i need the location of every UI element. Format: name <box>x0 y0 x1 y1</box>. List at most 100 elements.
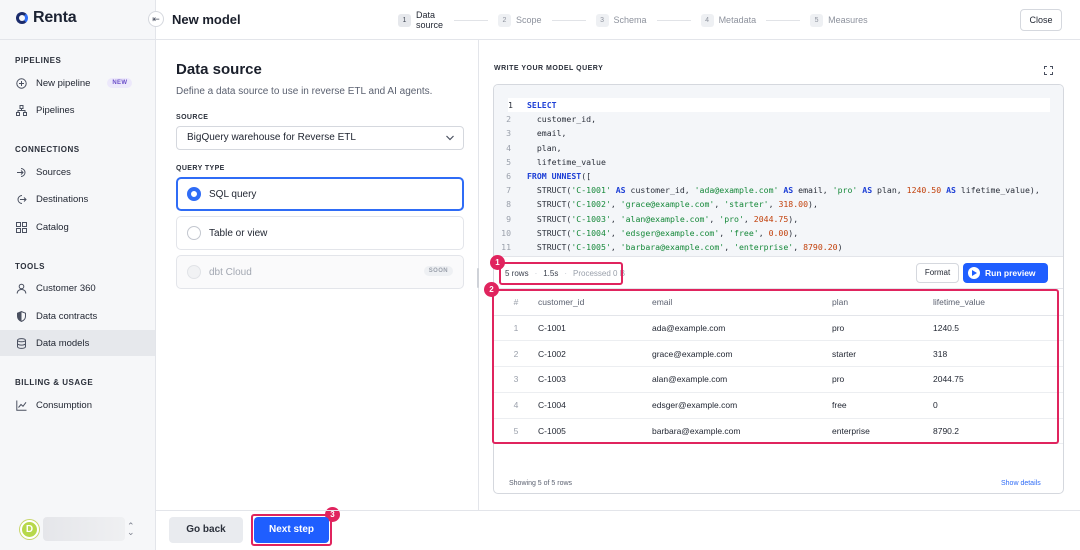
query-type-label: QUERY TYPE <box>176 165 225 172</box>
sidebar-item-consumption[interactable]: Consumption <box>0 392 155 418</box>
sidebar-item-data-contracts[interactable]: Data contracts <box>0 303 155 329</box>
sidebar-item-data-models[interactable]: Data models <box>0 330 155 356</box>
avatar[interactable]: D <box>20 520 39 539</box>
code-line[interactable]: 7 STRUCT('C-1001' AS customer_id, 'ada@e… <box>494 183 1063 197</box>
code-text: lifetime_value <box>527 156 606 167</box>
code-line[interactable]: 5 lifetime_value <box>494 155 1063 169</box>
plus-circle-icon <box>16 77 27 89</box>
code-line[interactable]: 8 STRUCT('C-1002', 'grace@example.com', … <box>494 197 1063 211</box>
nav-heading-tools: TOOLS <box>15 262 45 271</box>
step-label: Schema <box>613 15 647 25</box>
code-text: customer_id, <box>527 114 597 125</box>
scrollbar[interactable] <box>477 268 479 288</box>
code-text: SELECT <box>527 100 557 110</box>
section-subtitle: Define a data source to use in reverse E… <box>176 86 433 97</box>
radio-selected-icon[interactable] <box>187 187 201 201</box>
code-line[interactable]: 9 STRUCT('C-1003', 'alan@example.com', '… <box>494 212 1063 226</box>
show-details-link[interactable]: Show details <box>1001 480 1041 487</box>
sign-out-icon <box>16 194 27 205</box>
code-text: STRUCT('C-1004', 'edsger@example.com', '… <box>527 227 799 238</box>
sidebar-item-label: Pipelines <box>36 104 75 116</box>
step-number: 4 <box>700 13 714 27</box>
next-step-button[interactable]: Next step <box>254 517 329 543</box>
nav-heading-billing: BILLING & USAGE <box>15 378 94 387</box>
sidebar-item-catalog[interactable]: Catalog <box>0 214 155 240</box>
option-dbt-cloud: dbt Cloud SOON <box>176 255 464 289</box>
step-number: 2 <box>498 13 511 27</box>
step-connector <box>766 19 801 21</box>
step-number: 5 <box>810 13 824 27</box>
radio-disabled-icon <box>187 265 201 279</box>
step-number: 1 <box>398 13 411 27</box>
sidebar-item-pipelines[interactable]: Pipelines <box>0 97 155 123</box>
line-number: 8 <box>506 199 511 210</box>
code-line[interactable]: 11 STRUCT('C-1005', 'barbara@example.com… <box>494 240 1063 254</box>
code-line[interactable]: 4 plan, <box>494 141 1063 155</box>
data-source-form: Data source Define a data source to use … <box>156 40 479 510</box>
grid-icon <box>16 221 27 233</box>
new-badge: NEW <box>107 78 133 88</box>
chevron-updown-icon[interactable]: ⌃ ⌄ <box>127 522 135 537</box>
line-number: 3 <box>506 128 511 139</box>
run-preview-label: Run preview <box>985 268 1036 278</box>
sidebar-item-label: Destinations <box>36 193 89 205</box>
code-text: email, <box>527 128 567 139</box>
option-label: dbt Cloud <box>209 266 252 278</box>
step-metadata[interactable]: 4 Metadata <box>700 13 757 27</box>
stepper: 1 Data source 2 Scope 3 Schema 4 Metadat… <box>398 9 868 31</box>
step-scope[interactable]: 2 Scope <box>498 13 542 27</box>
code-line[interactable]: 3 email, <box>494 126 1063 140</box>
code-text: STRUCT('C-1003', 'alan@example.com', 'pr… <box>527 213 799 224</box>
option-label: Table or view <box>209 227 268 239</box>
sql-editor[interactable]: 1 SELECT 2 customer_id, 3 email, 4 plan, 5 li… <box>494 85 1063 257</box>
step-measures[interactable]: 5 Measures <box>810 13 868 27</box>
rows-summary: Showing 5 of 5 rows <box>509 480 573 487</box>
step-schema[interactable]: 3 Schema <box>595 13 647 27</box>
sidebar-item-new-pipeline[interactable]: New pipeline NEW <box>0 70 155 96</box>
source-label: SOURCE <box>176 114 209 121</box>
sidebar-item-sources[interactable]: Sources <box>0 159 155 185</box>
line-number: 10 <box>501 227 511 238</box>
code-text: STRUCT('C-1005', 'barbara@example.com', … <box>527 241 843 252</box>
source-select[interactable]: BigQuery warehouse for Reverse ETL <box>176 126 464 150</box>
option-sql-query[interactable]: SQL query <box>176 177 464 211</box>
option-table-or-view[interactable]: Table or view <box>176 216 464 250</box>
code-line[interactable]: 1 SELECT <box>508 98 1050 113</box>
code-text: STRUCT('C-1001' AS customer_id, 'ada@exa… <box>527 185 1040 196</box>
sidebar-item-customer-360[interactable]: Customer 360 <box>0 275 155 301</box>
chevron-down-icon <box>445 127 455 157</box>
step-label: Scope <box>516 15 542 25</box>
expand-icon[interactable] <box>1044 64 1053 75</box>
close-button[interactable]: Close <box>1020 9 1062 31</box>
soon-badge: SOON <box>423 266 453 276</box>
query-label: WRITE YOUR MODEL QUERY <box>494 65 604 72</box>
section-title: Data source <box>176 61 262 78</box>
format-button[interactable]: Format <box>916 263 959 283</box>
hierarchy-icon <box>16 104 27 116</box>
step-data-source[interactable]: 1 Data source <box>398 10 444 30</box>
option-label: SQL query <box>209 188 257 200</box>
sidebar-item-destinations[interactable]: Destinations <box>0 186 155 212</box>
run-preview-button[interactable]: Run preview <box>963 263 1048 283</box>
user-name-redacted[interactable] <box>43 517 125 541</box>
code-text: FROM UNNEST([ <box>527 170 592 181</box>
go-back-button[interactable]: Go back <box>169 517 243 543</box>
brand[interactable]: Renta <box>16 9 77 27</box>
sidebar-item-label: Data contracts <box>36 310 98 322</box>
divider <box>0 39 156 40</box>
highlight-results-table <box>492 289 1059 444</box>
chart-line-icon <box>16 400 27 411</box>
collapse-sidebar-icon[interactable]: ⇤ <box>148 11 164 27</box>
radio-icon[interactable] <box>187 226 201 240</box>
step-label: Metadata <box>718 15 757 25</box>
database-icon <box>16 337 27 349</box>
sidebar-item-label: Data models <box>36 337 90 349</box>
code-line[interactable]: 6 FROM UNNEST([ <box>494 169 1063 183</box>
code-line[interactable]: 10 STRUCT('C-1004', 'edsger@example.com'… <box>494 226 1063 240</box>
code-line[interactable]: 2 customer_id, <box>494 112 1063 126</box>
step-connector <box>551 19 586 21</box>
source-select-value: BigQuery warehouse for Reverse ETL <box>187 132 356 143</box>
marker-2: 2 <box>484 282 499 297</box>
code-text: plan, <box>527 142 562 153</box>
line-number: 9 <box>506 213 511 224</box>
